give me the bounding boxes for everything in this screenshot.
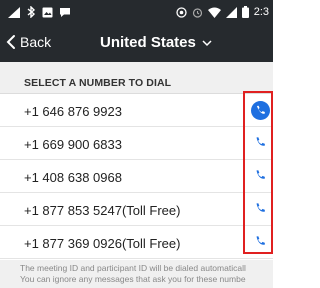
highlight-box [243,91,273,254]
section-header: SELECT A NUMBER TO DIAL [0,62,273,94]
phone-number: +1 408 638 0968 [24,170,122,185]
page-title: United States [100,34,196,51]
back-button[interactable]: Back [6,34,51,50]
target-icon [176,6,187,18]
alarm-icon [192,7,202,18]
chevron-left-icon [6,35,15,49]
app-bar: Back United States [0,25,273,62]
country-selector[interactable]: United States [100,34,212,51]
list-item[interactable]: +1 646 876 9923 [0,94,273,127]
back-label: Back [20,34,52,50]
footer-line-1: The meeting ID and participant ID will b… [20,263,246,273]
number-list: +1 646 876 9923 +1 669 900 6833 +1 408 6… [0,94,273,259]
cell-signal-icon [225,6,237,18]
signal-icon [8,6,20,18]
phone-number: +1 646 876 9923 [24,104,122,119]
list-item[interactable]: +1 408 638 0968 [0,160,273,193]
status-left-icons [8,6,71,18]
bluetooth-icon [27,6,36,18]
list-item[interactable]: +1 877 369 0926(Toll Free) [0,226,273,259]
chat-icon [60,7,70,17]
chevron-down-icon [202,39,212,46]
section-label: SELECT A NUMBER TO DIAL [24,77,172,89]
image-icon [42,7,53,17]
list-item[interactable]: +1 877 853 5247(Toll Free) [0,193,273,226]
footer-line-2: You can ignore any messages that ask you… [20,274,246,284]
footer-note: The meeting ID and participant ID will b… [20,263,273,285]
list-item[interactable]: +1 669 900 6833 [0,127,273,160]
phone-number: +1 877 369 0926(Toll Free) [24,236,181,251]
wifi-icon [207,7,221,18]
status-bar: 2:3 [0,0,273,25]
status-right-icons: 2:3 [176,6,269,18]
phone-number: +1 877 853 5247(Toll Free) [24,203,181,218]
status-time: 2:3 [253,6,269,18]
phone-number: +1 669 900 6833 [24,137,122,152]
battery-icon [241,6,249,18]
